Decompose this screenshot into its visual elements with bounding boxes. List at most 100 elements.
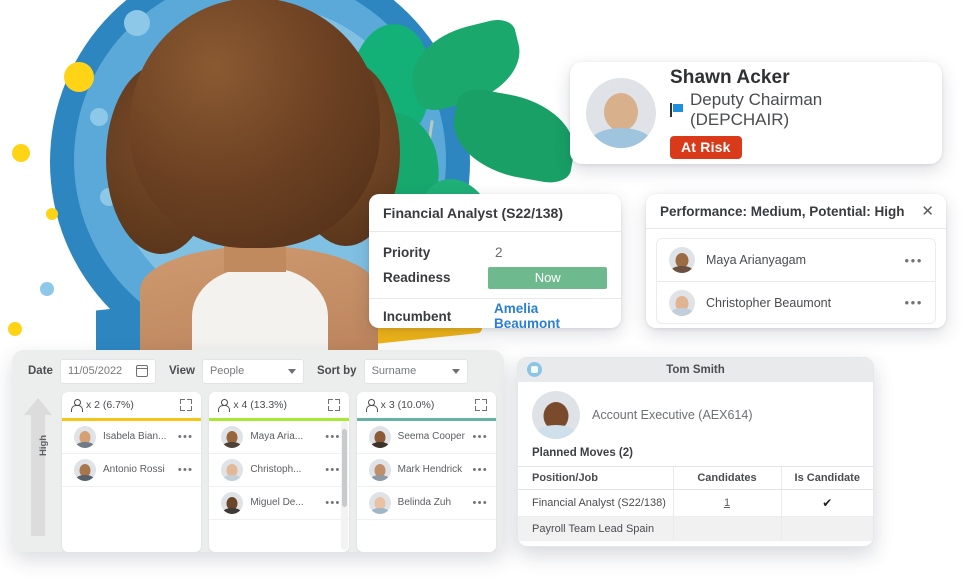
- detail-row-priority: Priority 2: [383, 240, 607, 265]
- chevron-down-icon[interactable]: [287, 368, 296, 374]
- calendar-icon[interactable]: [135, 365, 149, 377]
- row-menu-icon[interactable]: •••: [178, 464, 193, 476]
- people-list: Maya Arianyagam ••• Christopher Beaumont…: [656, 238, 936, 324]
- row-menu-icon[interactable]: •••: [325, 431, 340, 443]
- list-item[interactable]: Maya Arianyagam •••: [657, 239, 935, 281]
- person-name: Shawn Acker: [670, 67, 790, 88]
- row-menu-icon[interactable]: •••: [473, 431, 488, 443]
- person-name: Maya Arianyagam: [706, 253, 807, 267]
- sort-select[interactable]: Surname: [363, 358, 468, 384]
- avatar: [368, 425, 391, 448]
- avatar: [368, 458, 391, 481]
- avatar: [221, 425, 244, 448]
- flag-icon: [670, 103, 684, 117]
- row-menu-icon[interactable]: •••: [905, 253, 923, 268]
- talent-matrix-panel: Date 11/05/2022 View People Sort by Surn…: [12, 350, 504, 552]
- incumbent-label: Incumbent: [383, 308, 452, 324]
- person-icon: [71, 399, 83, 412]
- person-role: Account Executive (AEX614): [592, 408, 753, 422]
- column-count: x 2 (6.7%): [86, 399, 134, 411]
- view-value: People: [209, 365, 245, 377]
- priority-label: Priority: [383, 245, 431, 260]
- person-name: Christopher Beaumont: [706, 295, 832, 310]
- table-row[interactable]: Financial Analyst (S22/138) 1 ✔: [518, 489, 873, 517]
- row-menu-icon[interactable]: •••: [905, 295, 923, 310]
- list-item[interactable]: Seema Cooper •••: [356, 421, 496, 454]
- cell-candidates: [672, 516, 781, 541]
- matrix-toolbar: Date 11/05/2022 View People Sort by Surn…: [12, 350, 504, 392]
- detail-row-readiness: Readiness Now: [383, 265, 607, 290]
- avatar: [669, 289, 695, 316]
- card-title: Performance: Medium, Potential: High: [660, 204, 905, 219]
- list-item[interactable]: Maya Aria... •••: [209, 421, 349, 454]
- expand-icon[interactable]: [327, 399, 340, 411]
- up-arrow-icon: [24, 398, 52, 415]
- person-role-text: Deputy Chairman (DEPCHAIR): [689, 90, 823, 129]
- expand-icon[interactable]: [180, 399, 193, 411]
- matrix-column: x 2 (6.7%) Isabela Bian... ••• Antonio R…: [62, 392, 202, 552]
- close-icon[interactable]: ✕: [921, 204, 934, 219]
- list-item[interactable]: Christopher Beaumont •••: [657, 281, 935, 323]
- matrix-column: x 4 (13.3%) Maya Aria... ••• Christoph..…: [209, 392, 349, 552]
- readiness-label: Readiness: [383, 270, 451, 285]
- list-item[interactable]: Miguel De... •••: [209, 487, 349, 520]
- avatar: [586, 78, 656, 148]
- person-name: Antonio Rossi: [103, 464, 165, 475]
- date-label: Date: [28, 365, 53, 377]
- person-icon: [365, 399, 378, 412]
- priority-value: 2: [495, 245, 503, 260]
- list-item[interactable]: Christoph... •••: [209, 454, 349, 487]
- row-menu-icon[interactable]: •••: [178, 431, 193, 443]
- row-menu-icon[interactable]: •••: [473, 464, 488, 476]
- position-detail-card[interactable]: Financial Analyst (S22/138) Priority 2 R…: [369, 194, 621, 331]
- avatar: [221, 491, 244, 514]
- avatar: [74, 425, 96, 448]
- column-header-candidates[interactable]: Candidates: [672, 466, 781, 490]
- cell-candidates[interactable]: 1: [672, 489, 781, 517]
- gear-icon[interactable]: [527, 362, 542, 377]
- person-name: Mark Hendrick: [397, 464, 463, 475]
- list-item[interactable]: Mark Hendrick •••: [356, 454, 496, 487]
- column-header-is-candidate[interactable]: Is Candidate: [780, 466, 873, 490]
- decorative-dot: [64, 62, 94, 92]
- view-label: View: [168, 365, 195, 377]
- person-name: Seema Cooper: [397, 431, 465, 442]
- list-item[interactable]: Isabela Bian... •••: [62, 421, 202, 454]
- avatar: [221, 458, 244, 481]
- view-select[interactable]: People: [201, 358, 304, 384]
- list-item[interactable]: Antonio Rossi •••: [62, 454, 202, 487]
- person-summary-card[interactable]: Shawn Acker Deputy Chairman (DEPCHAIR) A…: [570, 62, 942, 164]
- list-item[interactable]: Belinda Zuh •••: [356, 487, 496, 520]
- table-header-row: Position/Job Candidates Is Candidate: [518, 466, 873, 490]
- matrix-column: x 3 (10.0%) Seema Cooper ••• Mark Hendri…: [356, 392, 496, 552]
- cell-is-candidate: [780, 516, 873, 541]
- person-name: Belinda Zuh: [397, 497, 452, 508]
- table-row[interactable]: Payroll Team Lead Spain: [518, 516, 873, 541]
- date-input[interactable]: 11/05/2022: [59, 358, 156, 384]
- avatar: [74, 458, 96, 481]
- avatar: [368, 491, 391, 514]
- decorative-dot: [40, 282, 54, 296]
- row-menu-icon[interactable]: •••: [473, 497, 488, 509]
- person-name: Maya Aria...: [250, 431, 304, 442]
- position-title: Financial Analyst (S22/138): [383, 205, 563, 221]
- row-menu-icon[interactable]: •••: [325, 464, 340, 476]
- cell-position: Payroll Team Lead Spain: [518, 516, 673, 541]
- column-scrollbar[interactable]: [340, 421, 348, 550]
- cell-position: Financial Analyst (S22/138): [518, 489, 673, 517]
- person-name: Christoph...: [250, 464, 302, 475]
- date-value: 11/05/2022: [67, 365, 123, 377]
- decorative-dot: [46, 208, 58, 220]
- person-icon: [218, 399, 231, 412]
- screenshot-root: Shawn Acker Deputy Chairman (DEPCHAIR) A…: [0, 0, 972, 582]
- column-header-position[interactable]: Position/Job: [518, 466, 673, 490]
- row-menu-icon[interactable]: •••: [325, 497, 340, 509]
- expand-icon[interactable]: [474, 399, 487, 411]
- candidates-count-link[interactable]: 1: [724, 497, 730, 509]
- section-title: Planned Moves (2): [532, 447, 633, 459]
- chevron-down-icon[interactable]: [451, 368, 460, 374]
- decorative-dot: [12, 144, 30, 162]
- performance-potential-card[interactable]: Performance: Medium, Potential: High ✕ M…: [646, 194, 946, 328]
- incumbent-link[interactable]: Amelia Beaumont: [494, 301, 607, 331]
- potential-axis: High: [18, 392, 54, 552]
